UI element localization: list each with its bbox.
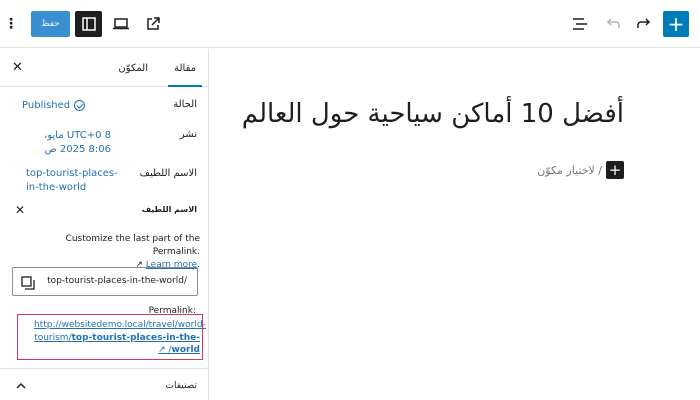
tab-block[interactable]: المكوّن <box>118 49 148 87</box>
copy-icon[interactable] <box>21 275 35 294</box>
inline-inserter-button[interactable]: + <box>606 161 624 179</box>
slug-value[interactable]: top-tourist-places- in-the-world <box>26 167 118 194</box>
redo-icon <box>637 18 651 28</box>
list-view-icon <box>573 18 587 30</box>
categories-panel-toggle[interactable]: تصنيفات <box>0 368 208 400</box>
editor-canvas: أفضل 10 أماكن سياحية حول العالم + / لاخت… <box>210 49 700 400</box>
external-link-icon <box>147 17 160 30</box>
permalink-prefix-line1: http://websitedemo.local/travel/world- <box>34 320 206 330</box>
slug-panel-title: الاسم اللطيف <box>141 205 197 214</box>
permalink-prefix-line2: tourism/ <box>34 332 72 343</box>
slug-input-value: top-tourist-places-in-the-world/ <box>47 276 187 286</box>
default-block-appender[interactable]: + / لاختيار مكوّن <box>537 161 624 179</box>
publish-label: نشر <box>179 129 197 140</box>
slug-panel-header: الاسم اللطيف ✕ <box>0 202 208 222</box>
external-link-icon: ↗ <box>158 345 169 356</box>
slug-input[interactable]: top-tourist-places-in-the-world/ <box>12 267 198 296</box>
sidebar-tabs: مقالة المكوّن ✕ <box>0 49 208 87</box>
undo-button[interactable] <box>602 10 624 38</box>
device-preview-button[interactable] <box>110 10 132 38</box>
redo-button[interactable] <box>633 10 655 38</box>
sidebar-icon <box>81 17 96 31</box>
sidebar-toggle-button[interactable] <box>75 11 102 37</box>
status-value[interactable]: Published <box>22 99 86 113</box>
publish-date-line2: 8:06 2025 ص <box>44 143 111 155</box>
status-label: الحالة <box>173 99 197 110</box>
slug-value-line2: in-the-world <box>26 181 87 193</box>
permalink-slug-line3: world <box>171 345 200 356</box>
permalink-highlight-box: http://websitedemo.local/travel/world- t… <box>17 314 206 360</box>
undo-icon <box>606 18 620 28</box>
permalink-slug-line2: top-tourist-places-in-the- <box>71 332 200 343</box>
publish-date[interactable]: UTC+0 8 مايو، 8:06 2025 ص <box>44 129 111 156</box>
appender-placeholder: / لاختيار مكوّن <box>537 163 602 177</box>
permalink-link[interactable]: http://websitedemo.local/travel/world- t… <box>34 319 206 357</box>
settings-sidebar: مقالة المكوّن ✕ الحالة Published نشر UTC… <box>0 49 209 400</box>
post-title[interactable]: أفضل 10 أماكن سياحية حول العالم <box>242 99 624 129</box>
save-button[interactable]: حفظ <box>31 11 70 37</box>
publish-date-line1: UTC+0 8 مايو، <box>44 130 111 141</box>
editor-toolbar: ⋮ حفظ + <box>0 0 700 48</box>
close-icon[interactable]: ✕ <box>12 60 23 75</box>
options-menu-icon[interactable]: ⋮ <box>4 10 18 38</box>
tab-post[interactable]: مقالة <box>168 49 202 87</box>
close-icon[interactable]: ✕ <box>15 203 25 217</box>
block-inserter-button[interactable]: + <box>663 11 689 37</box>
categories-label: تصنيفات <box>165 381 197 391</box>
chevron-up-icon <box>15 377 27 396</box>
view-post-button[interactable] <box>142 10 164 38</box>
slug-label: الاسم اللطيف <box>139 168 197 179</box>
slug-help-line: Customize the last part of the Permalink… <box>65 234 200 258</box>
published-check-icon <box>74 100 86 112</box>
slug-value-line1: top-tourist-places- <box>26 168 118 179</box>
document-overview-button[interactable] <box>569 10 591 38</box>
status-text: Published <box>22 100 71 111</box>
laptop-icon <box>113 18 129 30</box>
